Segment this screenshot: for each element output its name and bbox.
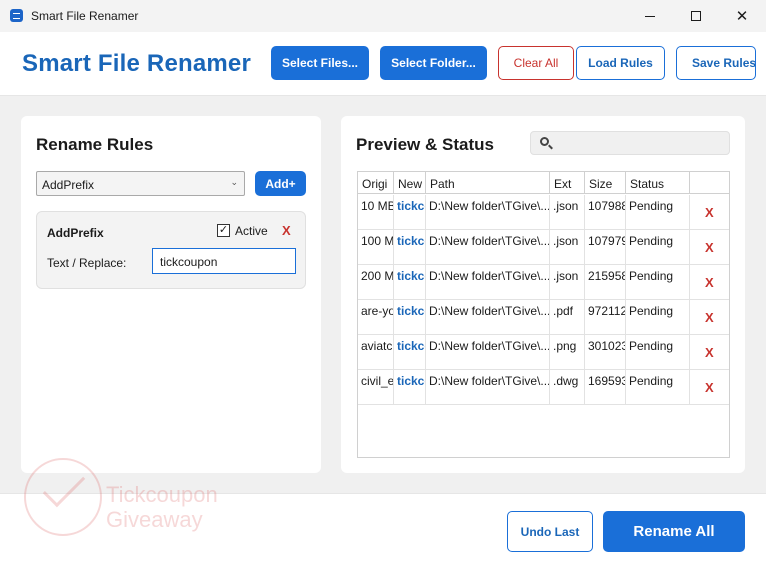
- rule-name: AddPrefix: [47, 226, 104, 240]
- cell-new-name: tickcoupon: [394, 265, 426, 300]
- load-rules-button[interactable]: Load Rules: [576, 46, 665, 80]
- rename-rules-title: Rename Rules: [36, 135, 154, 154]
- column-header-size[interactable]: Size: [585, 172, 626, 194]
- grid-header: Origi New Path Ext Size Status: [358, 172, 729, 194]
- select-files-button[interactable]: Select Files...: [271, 46, 369, 80]
- cell-size: 972112: [585, 300, 626, 335]
- window-title: Smart File Renamer: [31, 9, 139, 23]
- cell-ext: .pdf: [550, 300, 585, 335]
- cell-status: Pending: [626, 265, 690, 300]
- remove-file-button[interactable]: X: [705, 345, 714, 360]
- column-header-path[interactable]: Path: [426, 172, 550, 194]
- table-row[interactable]: civil_e tickcoupon D:\New folder\TGive\.…: [358, 370, 729, 405]
- table-row[interactable]: aviatc tickcoupon D:\New folder\TGive\..…: [358, 335, 729, 370]
- cell-new-name: tickcoupon: [394, 300, 426, 335]
- clear-all-button[interactable]: Clear All: [498, 46, 574, 80]
- column-header-actions: [690, 172, 729, 194]
- cell-path: D:\New folder\TGive\...: [426, 300, 550, 335]
- table-row[interactable]: 200 MB tickcoupon D:\New folder\TGive\..…: [358, 265, 729, 300]
- text-replace-label: Text / Replace:: [47, 256, 127, 270]
- cell-original: aviatc: [358, 335, 394, 370]
- column-header-ext[interactable]: Ext: [550, 172, 585, 194]
- watermark-line-1: Tickcoupon: [106, 482, 218, 507]
- cell-original: 10 MB: [358, 195, 394, 230]
- watermark-logo: Tickcoupon Giveaway: [24, 458, 239, 548]
- minimize-icon: [645, 15, 655, 17]
- cell-status: Pending: [626, 300, 690, 335]
- cell-status: Pending: [626, 335, 690, 370]
- watermark-line-2: Giveaway: [106, 507, 203, 532]
- chevron-down-icon: ⌄: [230, 177, 238, 187]
- title-bar: Smart File Renamer ✕: [0, 0, 766, 32]
- minimize-button[interactable]: [627, 0, 673, 32]
- cell-ext: .json: [550, 230, 585, 265]
- table-row[interactable]: 10 MB tickcoupon D:\New folder\TGive\...…: [358, 195, 729, 230]
- rule-card: AddPrefix ✓ Active X Text / Replace: tic…: [36, 211, 306, 289]
- table-row[interactable]: 100 MB tickcoupon D:\New folder\TGive\..…: [358, 230, 729, 265]
- cell-ext: .png: [550, 335, 585, 370]
- add-rule-button[interactable]: Add+: [255, 171, 306, 196]
- remove-file-button[interactable]: X: [705, 205, 714, 220]
- maximize-icon: [691, 11, 701, 21]
- cell-original: 100 MB: [358, 230, 394, 265]
- preview-status-title: Preview & Status: [356, 135, 494, 154]
- rename-rules-panel: Rename Rules AddPrefix ⌄ Add+ AddPrefix …: [21, 116, 321, 473]
- rule-type-selected: AddPrefix: [42, 178, 95, 192]
- column-header-status[interactable]: Status: [626, 172, 690, 194]
- remove-file-button[interactable]: X: [705, 380, 714, 395]
- rename-all-button[interactable]: Rename All: [603, 511, 745, 552]
- column-header-new[interactable]: New: [394, 172, 426, 194]
- app-icon: [10, 9, 23, 22]
- column-header-original[interactable]: Origi: [358, 172, 394, 194]
- preview-status-panel: Preview & Status Origi New Path Ext Size…: [341, 116, 745, 473]
- cell-path: D:\New folder\TGive\...: [426, 265, 550, 300]
- watermark-text: Tickcoupon Giveaway: [106, 482, 218, 532]
- cell-status: Pending: [626, 195, 690, 230]
- close-icon: ✕: [735, 8, 749, 25]
- cell-size: 215958: [585, 265, 626, 300]
- cell-path: D:\New folder\TGive\...: [426, 195, 550, 230]
- cell-new-name: tickcoupon: [394, 195, 426, 230]
- cell-ext: .json: [550, 265, 585, 300]
- cell-path: D:\New folder\TGive\...: [426, 370, 550, 405]
- save-rules-button[interactable]: Save Rules: [676, 46, 756, 80]
- cell-path: D:\New folder\TGive\...: [426, 230, 550, 265]
- cell-ext: .json: [550, 195, 585, 230]
- cell-path: D:\New folder\TGive\...: [426, 335, 550, 370]
- cell-size: 301023: [585, 335, 626, 370]
- cell-size: 107979: [585, 230, 626, 265]
- active-checkbox[interactable]: ✓: [217, 224, 230, 237]
- cell-status: Pending: [626, 370, 690, 405]
- remove-file-button[interactable]: X: [705, 310, 714, 325]
- cell-size: 107988: [585, 195, 626, 230]
- cell-original: civil_e: [358, 370, 394, 405]
- rule-type-select[interactable]: AddPrefix ⌄: [36, 171, 245, 196]
- cell-status: Pending: [626, 230, 690, 265]
- cell-original: are-yo: [358, 300, 394, 335]
- text-replace-input[interactable]: tickcoupon: [152, 248, 296, 274]
- cell-original: 200 MB: [358, 265, 394, 300]
- cell-new-name: tickcoupon: [394, 335, 426, 370]
- close-button[interactable]: ✕: [719, 0, 765, 32]
- remove-file-button[interactable]: X: [705, 275, 714, 290]
- remove-rule-button[interactable]: X: [282, 223, 291, 238]
- undo-last-button[interactable]: Undo Last: [507, 511, 593, 552]
- table-row[interactable]: are-yo tickcoupon D:\New folder\TGive\..…: [358, 300, 729, 335]
- select-folder-button[interactable]: Select Folder...: [380, 46, 487, 80]
- active-label: Active: [235, 224, 268, 238]
- search-input[interactable]: [530, 131, 730, 155]
- cell-ext: .dwg: [550, 370, 585, 405]
- file-grid: Origi New Path Ext Size Status 10 MB tic…: [357, 171, 730, 458]
- app-heading: Smart File Renamer: [22, 50, 252, 77]
- cell-new-name: tickcoupon: [394, 230, 426, 265]
- cell-new-name: tickcoupon: [394, 370, 426, 405]
- app-header: Smart File Renamer Select Files... Selec…: [0, 32, 766, 96]
- remove-file-button[interactable]: X: [705, 240, 714, 255]
- search-icon: [540, 137, 549, 146]
- maximize-button[interactable]: [673, 0, 719, 32]
- cell-size: 169593: [585, 370, 626, 405]
